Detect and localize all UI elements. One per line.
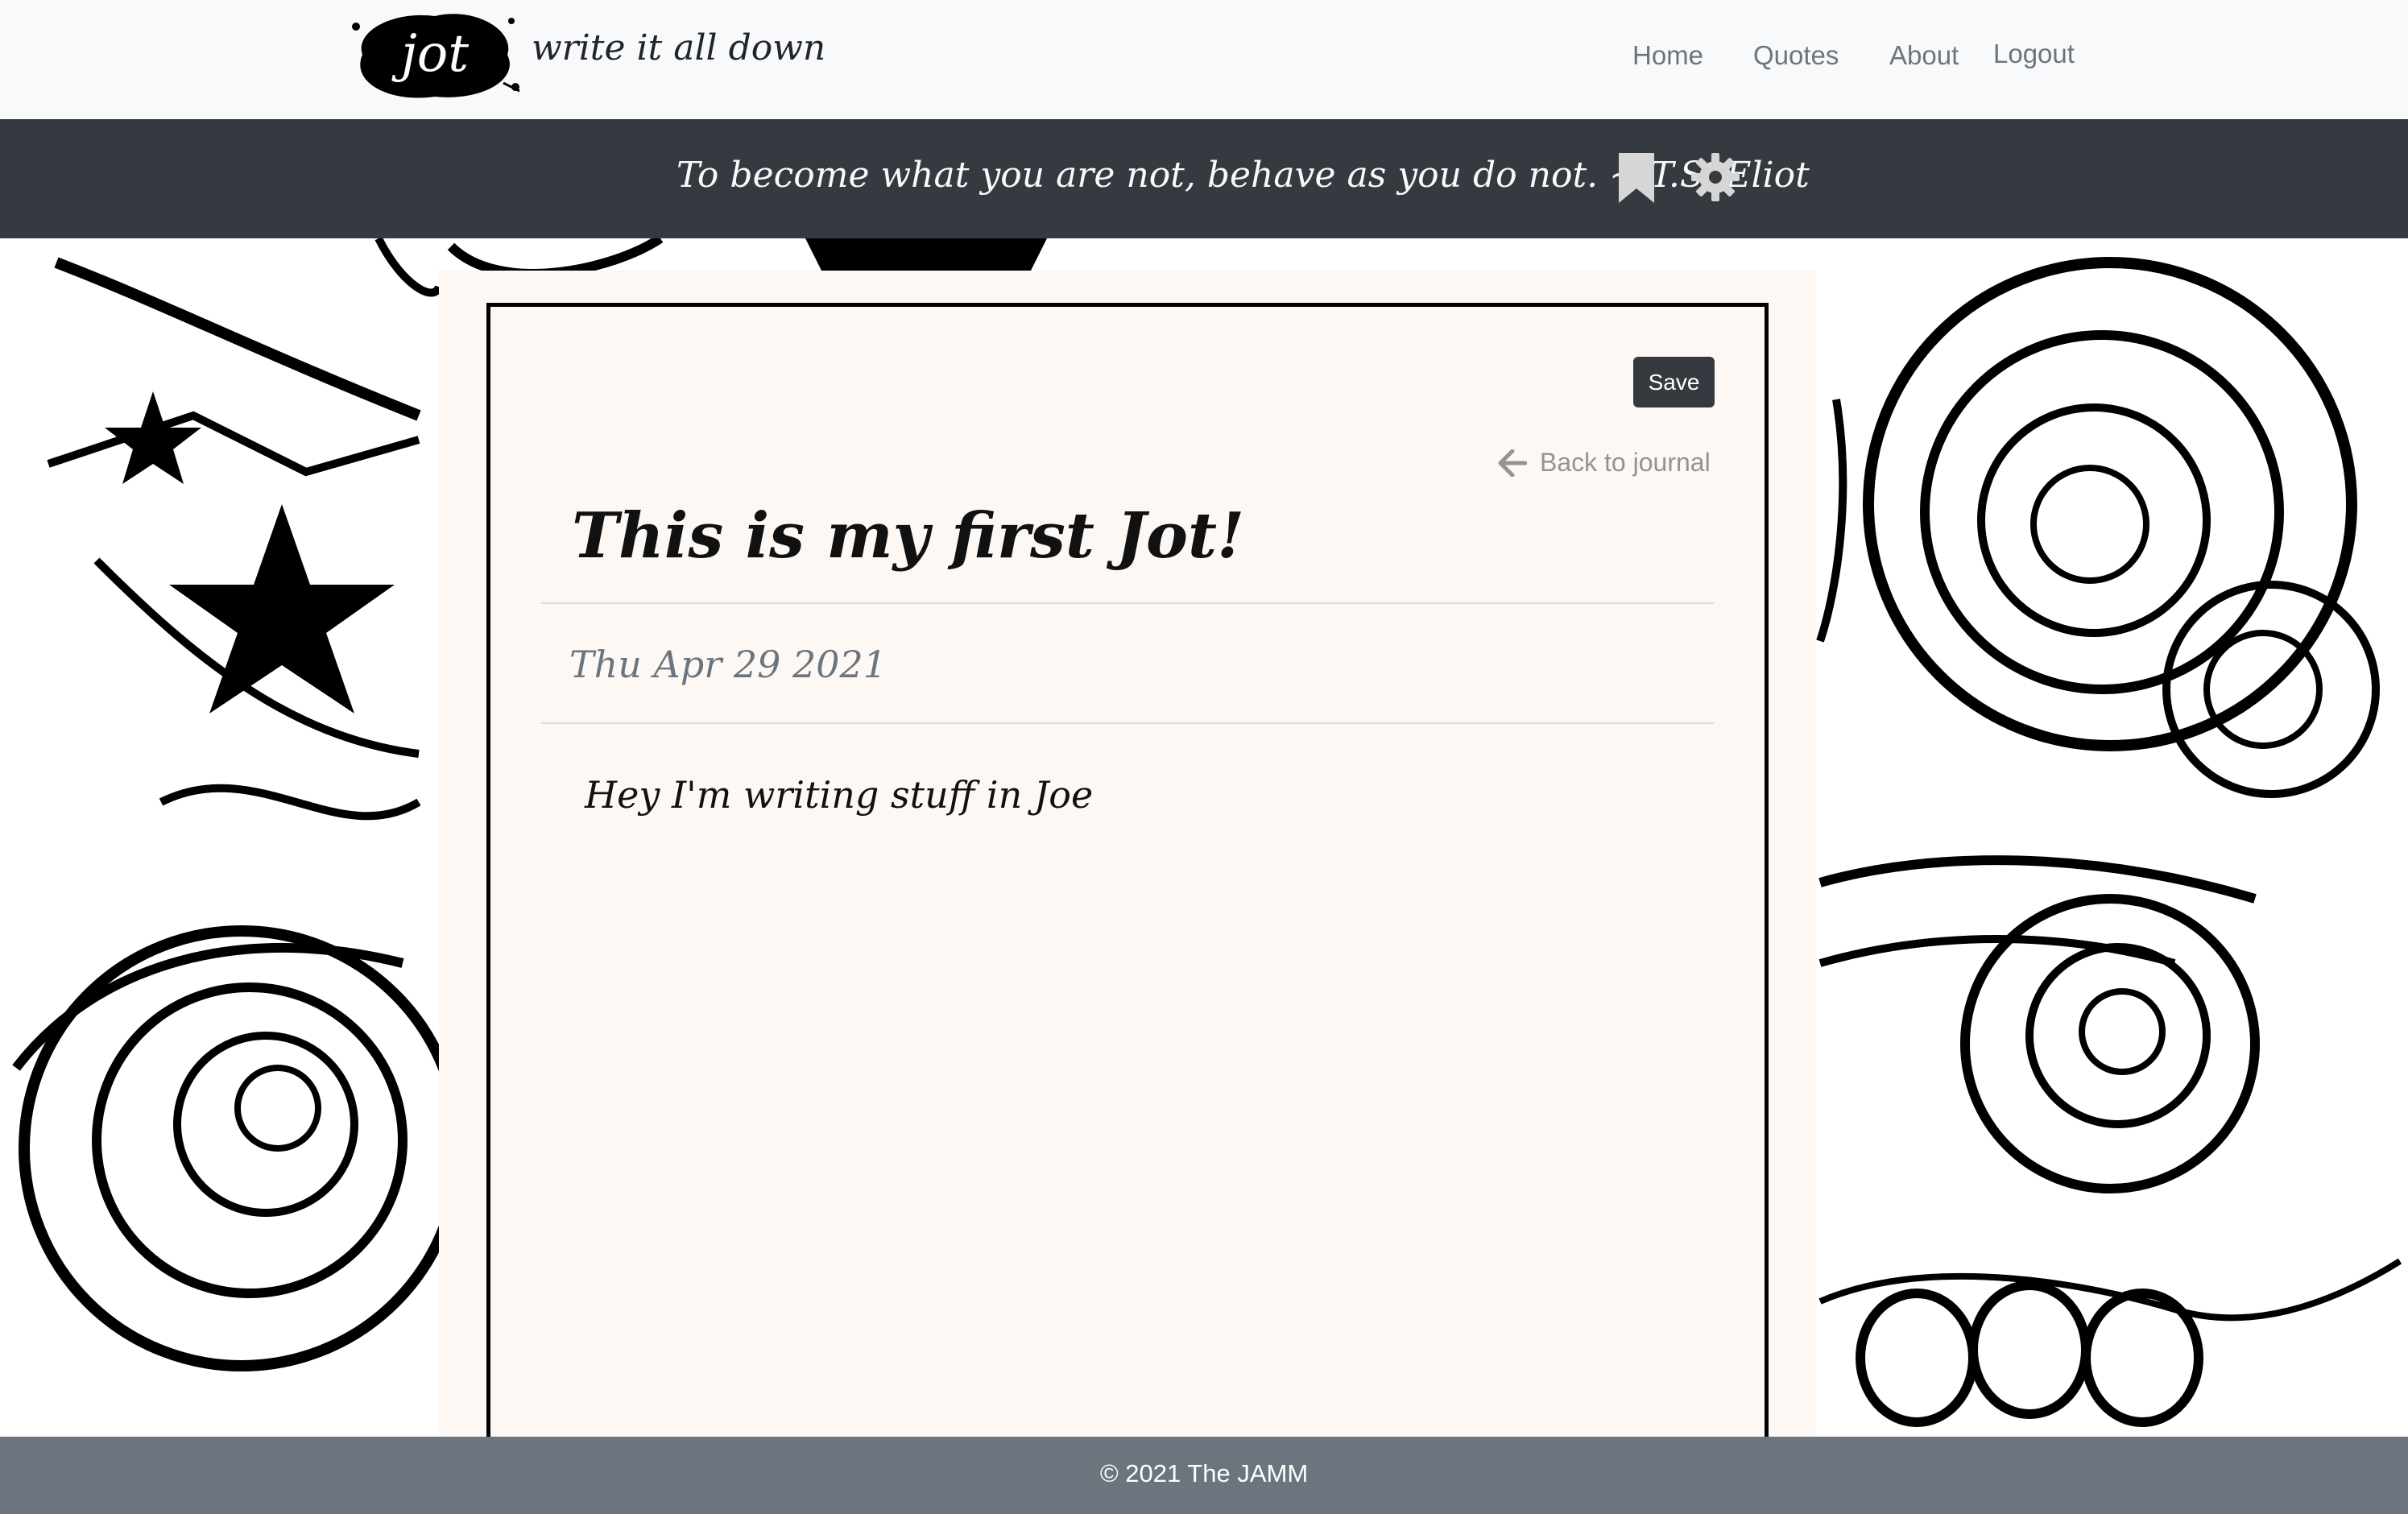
back-to-journal-link[interactable]: Back to journal [1498,448,1711,478]
footer: © 2021 The JAMM [0,1437,2408,1514]
nav-about-link[interactable]: About [1889,40,1959,71]
nav-quotes-link[interactable]: Quotes [1753,40,1839,71]
logo-text: jot [391,24,469,84]
copyright-text: © 2021 The JAMM [1099,1459,1309,1487]
bookmark-icon[interactable] [1616,153,1657,205]
jot-logo[interactable]: jot [346,6,523,103]
save-button[interactable]: Save [1633,357,1715,407]
title-divider [541,602,1714,604]
arrow-left-icon [1498,449,1527,477]
entry-body[interactable]: Hey I'm writing stuff in Joe [585,773,1093,817]
nav-home-link[interactable]: Home [1632,40,1703,71]
date-divider [541,722,1714,724]
quote-bar: To become what you are not, behave as yo… [0,119,2408,238]
nav-logout-link[interactable]: Logout [1993,39,2075,69]
entry-date: Thu Apr 29 2021 [569,643,887,686]
tagline: write it all down [532,27,826,68]
back-to-journal-label: Back to journal [1540,448,1711,477]
entry-title[interactable]: This is my first Jot! [572,499,1244,573]
top-navbar: jot write it all down Home Quotes About … [0,0,2408,119]
gear-icon[interactable] [1690,151,1741,203]
